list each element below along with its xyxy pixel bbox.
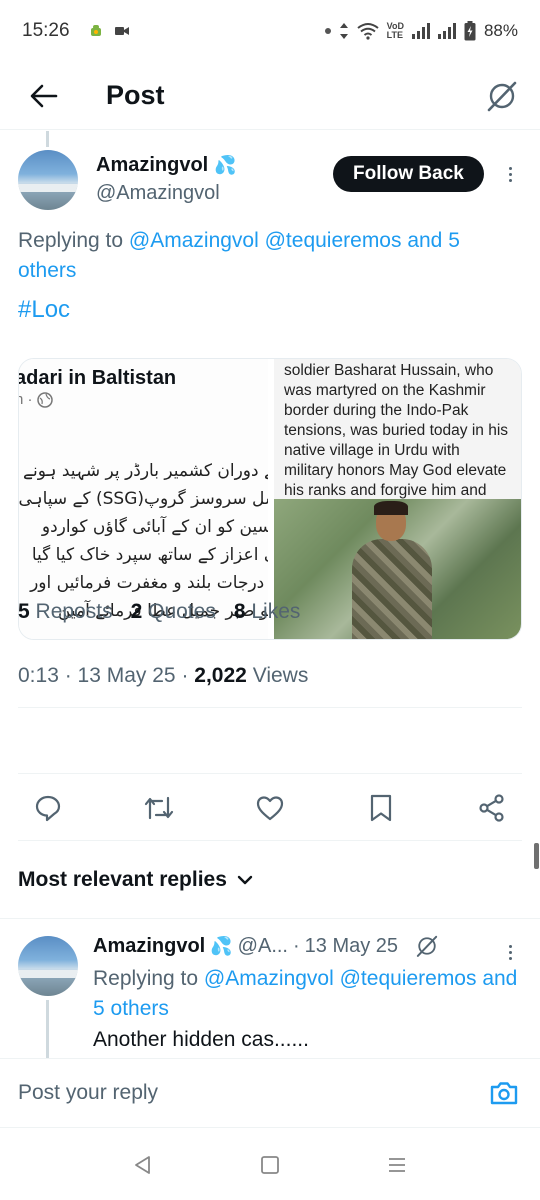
media-left-meta-text: n ·: [19, 391, 33, 408]
reposts-count: 5: [18, 600, 30, 623]
system-nav-bar: [0, 1130, 540, 1200]
quotes-count: 2: [130, 600, 143, 623]
camera-button[interactable]: [486, 1075, 522, 1111]
avatar[interactable]: [18, 936, 78, 996]
share-icon: [479, 794, 504, 822]
status-time: 15:26: [22, 20, 70, 41]
home-square-icon: [261, 1156, 279, 1174]
sort-label: Most relevant replies: [18, 868, 227, 891]
volte-icon: VoD LTE: [386, 21, 404, 40]
more-options-button[interactable]: [498, 162, 522, 186]
reply-input[interactable]: Post your reply: [18, 1081, 486, 1105]
soldier-photo: [274, 499, 521, 639]
menu-lines-icon: [388, 1158, 405, 1172]
post-date: 13 May 25: [77, 664, 176, 687]
divider: [18, 707, 522, 708]
camera-icon: [490, 1082, 518, 1105]
data-arrows-icon: [339, 23, 348, 39]
nav-back-button[interactable]: [123, 1145, 163, 1185]
scrollbar[interactable]: [534, 843, 539, 869]
reply-date: 13 May 25: [304, 934, 399, 957]
arrow-left-icon: [30, 84, 58, 107]
reply-icon: [35, 795, 61, 822]
author-name[interactable]: Amazingvol 💦: [96, 154, 237, 177]
post-meta: 0:13 · 13 May 25 · 2,022 Views: [18, 664, 309, 687]
more-options-button[interactable]: [498, 940, 522, 964]
author-name-text: Amazingvol: [96, 154, 209, 176]
soldier-figure: [346, 501, 438, 639]
reply-author-handle[interactable]: @A...: [238, 935, 288, 958]
grok-button[interactable]: [482, 76, 522, 116]
grok-icon: [487, 81, 517, 111]
reposts-stat[interactable]: 5 Reposts: [18, 600, 113, 624]
reply-header: Amazingvol 💦 @A... · 13 May 25: [93, 934, 439, 958]
status-bar: 15:26 VoD LTE 88%: [0, 0, 540, 62]
back-triangle-icon: [135, 1156, 151, 1174]
thread-line: [46, 131, 49, 147]
nav-home-button[interactable]: [250, 1145, 290, 1185]
globe-icon: [36, 392, 53, 408]
back-button[interactable]: [22, 74, 66, 118]
media-left-title: adari in Baltistan: [19, 367, 177, 389]
dot-icon: [324, 28, 331, 34]
likes-stat[interactable]: 8 Likes: [234, 600, 301, 624]
media-image-left[interactable]: adari in Baltistan n · شیدگی کے دوران کش…: [19, 359, 268, 639]
quotes-label: Quotes: [148, 600, 216, 623]
battery-icon: [464, 21, 476, 41]
reply-replying-prefix: Replying to: [93, 967, 204, 990]
views-count: 2,022: [194, 664, 247, 687]
media-right-text: soldier Basharat Hussain, who was martyr…: [274, 359, 521, 499]
like-button[interactable]: [252, 790, 288, 826]
quotes-stat[interactable]: 2 Quotes: [131, 600, 216, 624]
author-handle[interactable]: @Amazingvol: [96, 182, 220, 205]
divider: [18, 773, 522, 774]
replying-to: Replying to @Amazingvol @tequieremos and…: [18, 226, 518, 286]
engagement-stats: 5 Reposts 2 Quotes 8 Likes: [18, 600, 300, 624]
reply-composer: Post your reply: [0, 1058, 540, 1128]
reply-replying-to: Replying to @Amazingvol @tequieremos and…: [93, 964, 523, 1024]
reply-text: Another hidden cas......: [93, 1028, 309, 1051]
media-image-right[interactable]: soldier Basharat Hussain, who was martyr…: [274, 359, 521, 639]
status-left-icons: [88, 23, 130, 39]
hashtag-link[interactable]: #Loc: [18, 296, 70, 324]
sort-replies-dropdown[interactable]: Most relevant replies: [18, 868, 253, 892]
page-title: Post: [106, 80, 165, 110]
reply-author-name[interactable]: Amazingvol: [93, 935, 205, 958]
like-icon: [256, 796, 284, 821]
battery-percent: 88%: [483, 21, 518, 40]
video-icon: [114, 27, 129, 35]
likes-label: Likes: [251, 600, 301, 623]
share-button[interactable]: [474, 790, 510, 826]
repost-icon: [144, 796, 174, 820]
follow-back-button[interactable]: Follow Back: [333, 156, 484, 192]
grok-icon[interactable]: [415, 934, 439, 958]
reposts-label: Reposts: [35, 600, 113, 623]
replying-prefix: Replying to: [18, 229, 129, 252]
views-label: Views: [252, 664, 309, 687]
author-emoji: 💦: [214, 155, 237, 175]
media-left-meta: n ·: [19, 391, 53, 408]
nav-recents-button[interactable]: [377, 1145, 417, 1185]
wifi-icon: [357, 23, 379, 40]
avatar[interactable]: [18, 150, 78, 210]
post-time: 0:13: [18, 664, 59, 687]
reply-author-emoji: 💦: [210, 935, 233, 956]
android-debug-icon: [90, 25, 101, 36]
bookmark-button[interactable]: [363, 790, 399, 826]
likes-count: 8: [233, 600, 246, 623]
header: Post: [0, 62, 540, 130]
status-right: VoD LTE 88%: [324, 21, 518, 41]
signal-icon: [411, 23, 430, 39]
repost-button[interactable]: [141, 790, 177, 826]
bookmark-icon: [370, 794, 392, 822]
reply-button[interactable]: [30, 790, 66, 826]
chevron-down-icon: [237, 875, 253, 885]
action-bar: [30, 790, 510, 826]
signal-icon: [437, 23, 456, 39]
media-grid[interactable]: adari in Baltistan n · شیدگی کے دوران کش…: [18, 358, 522, 640]
divider: [18, 840, 522, 841]
thread-line: [46, 1000, 49, 1058]
